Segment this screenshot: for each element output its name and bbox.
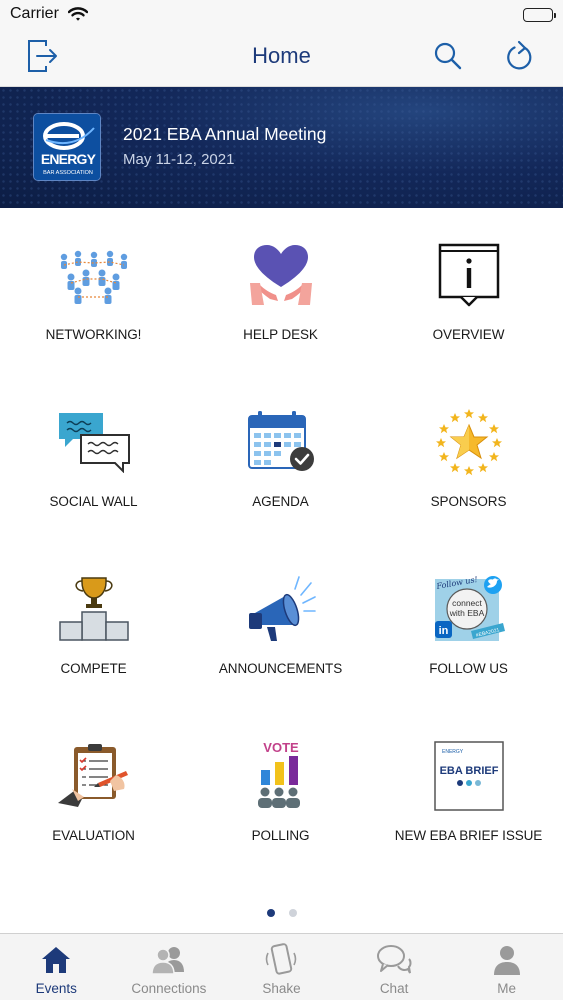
page-dot-2[interactable] [288, 909, 297, 917]
tab-label: Chat [379, 981, 409, 996]
tile-label: ANNOUNCEMENTS [218, 661, 343, 676]
person-icon [487, 943, 527, 977]
tab-chat[interactable]: Chat [338, 934, 451, 1000]
tab-bar: Events Connections Shake Chat Me [0, 933, 563, 1000]
speech-bubbles-icon [54, 402, 134, 482]
tile-agenda[interactable]: AGENDA [187, 392, 374, 542]
info-board-icon [429, 235, 509, 315]
tile-follow-us[interactable]: Follow us! connect with EBA in #EBA2021 … [375, 559, 562, 709]
svg-text:in: in [438, 625, 448, 637]
vote-text: VOTE [263, 740, 299, 755]
tile-label: NEW EBA BRIEF ISSUE [394, 828, 543, 843]
event-date: May 11-12, 2021 [123, 151, 235, 168]
tile-compete[interactable]: COMPETE [0, 559, 187, 709]
trophy-podium-icon [54, 569, 134, 649]
tile-networking[interactable]: NETWORKING! [0, 225, 187, 375]
page-dot-1[interactable] [266, 909, 275, 917]
people-icon [149, 943, 189, 977]
tab-label: Events [35, 981, 77, 996]
navigation-bar: Home [0, 30, 563, 87]
home-icon [36, 943, 76, 977]
tile-label: SPONSORS [430, 494, 507, 509]
event-title: 2021 EBA Annual Meeting [123, 124, 327, 144]
phone-shake-icon [261, 943, 301, 977]
tile-announcements[interactable]: ANNOUNCEMENTS [187, 559, 374, 709]
tab-me[interactable]: Me [450, 934, 563, 1000]
networking-people-icon [54, 235, 134, 315]
carrier-label: Carrier [10, 5, 59, 22]
search-icon [433, 41, 463, 76]
refresh-icon [505, 40, 535, 77]
tile-social-wall[interactable]: SOCIAL WALL [0, 392, 187, 542]
clipboard-checklist-icon [54, 736, 134, 816]
search-button[interactable] [428, 38, 468, 78]
tile-label: HELP DESK [243, 327, 318, 342]
tab-connections[interactable]: Connections [113, 934, 226, 1000]
event-banner[interactable]: ENERGY BAR ASSOCIATION 2021 EBA Annual M… [0, 87, 563, 208]
tile-label: COMPETE [60, 661, 127, 676]
tile-evaluation[interactable]: EVALUATION [0, 726, 187, 876]
tab-label: Me [497, 981, 517, 996]
tab-shake[interactable]: Shake [225, 934, 338, 1000]
stars-icon [429, 402, 509, 482]
tile-label: EVALUATION [52, 828, 135, 843]
tile-new-eba-brief[interactable]: ENERGY EBA BRIEF NEW EBA BRIEF ISSUE [375, 726, 562, 876]
eba-brief-text: EBA BRIEF [439, 765, 498, 777]
svg-text:ENERGY: ENERGY [41, 151, 97, 167]
status-bar: Carrier [0, 0, 563, 30]
heart-hands-icon [241, 235, 321, 315]
page-title: Home [252, 43, 311, 68]
eba-brief-icon: ENERGY EBA BRIEF [429, 736, 509, 816]
chat-bubbles-icon [374, 943, 414, 977]
tile-label: OVERVIEW [432, 327, 505, 342]
svg-text:BAR ASSOCIATION: BAR ASSOCIATION [43, 170, 93, 176]
tile-label: NETWORKING! [45, 327, 142, 342]
tile-label: AGENDA [252, 494, 309, 509]
tile-label: SOCIAL WALL [49, 494, 138, 509]
battery-icon [523, 8, 556, 22]
tab-label: Shake [262, 981, 301, 996]
page-indicator [0, 909, 563, 917]
tile-overview[interactable]: OVERVIEW [375, 225, 562, 375]
tile-label: FOLLOW US [429, 661, 508, 676]
wifi-icon [67, 6, 89, 27]
refresh-button[interactable] [500, 38, 540, 78]
with-eba-text: with EBA [448, 608, 484, 618]
tab-events[interactable]: Events [0, 934, 113, 1000]
tile-label: POLLING [251, 828, 310, 843]
calendar-check-icon [241, 402, 321, 482]
brief-header-text: ENERGY [442, 749, 464, 755]
megaphone-icon [241, 569, 321, 649]
tile-sponsors[interactable]: SPONSORS [375, 392, 562, 542]
tab-label: Connections [131, 981, 207, 996]
tile-help-desk[interactable]: HELP DESK [187, 225, 374, 375]
connect-text: connect [452, 598, 482, 608]
vote-chart-icon: VOTE [241, 736, 321, 816]
tile-polling[interactable]: VOTE POLLING [187, 726, 374, 876]
connect-social-icon: Follow us! connect with EBA in #EBA2021 [429, 569, 509, 649]
energy-bar-association-logo: ENERGY BAR ASSOCIATION [33, 113, 101, 181]
